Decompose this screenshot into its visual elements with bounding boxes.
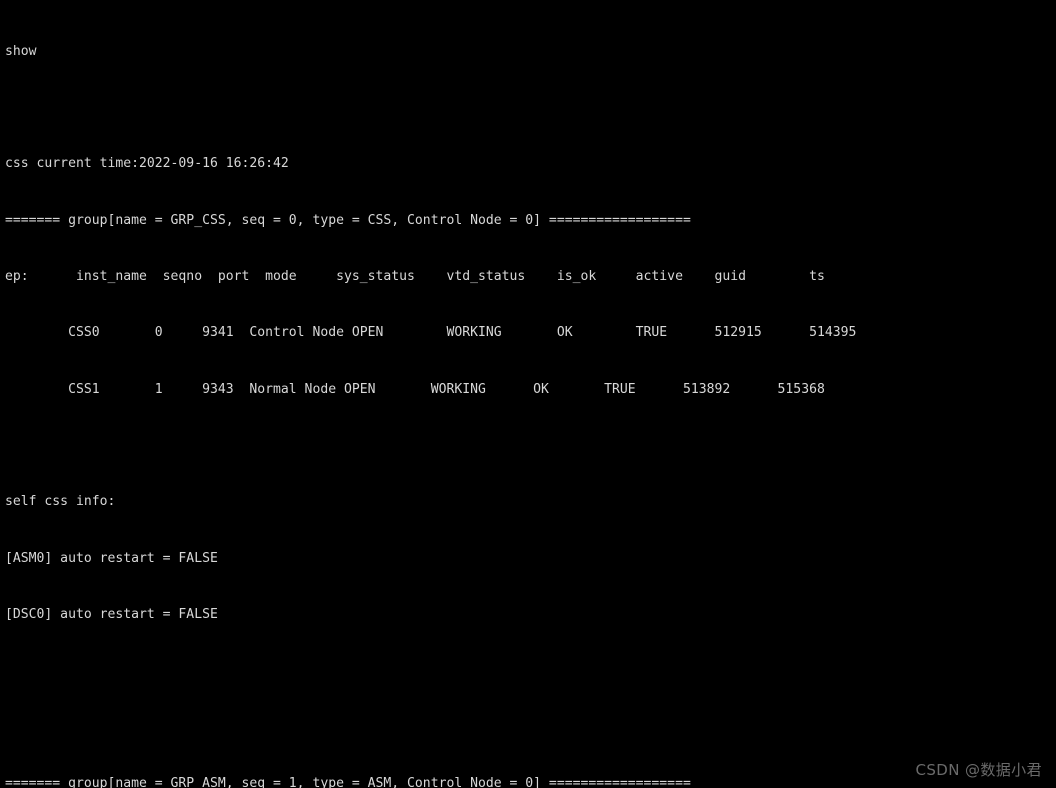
terminal-line: ======= group[name = GRP_ASM, seq = 1, t… [5,775,691,788]
terminal-line: ======= group[name = GRP_CSS, seq = 0, t… [5,212,691,228]
terminal-line: css current time:2022-09-16 16:26:42 [5,156,289,172]
terminal-line: [ASM0] auto restart = FALSE [5,550,218,566]
terminal-line: CSS0 0 9341 Control Node OPEN WORKING OK… [5,325,857,341]
terminal-line: self css info: [5,494,116,510]
terminal-output-pane[interactable]: show css current time:2022-09-16 16:26:4… [0,0,1056,788]
terminal-line: ep: inst_name seqno port mode sys_status… [5,268,825,284]
terminal-line: show [5,43,37,59]
terminal-line: CSS1 1 9343 Normal Node OPEN WORKING OK … [5,381,825,397]
terminal-line: [DSC0] auto restart = FALSE [5,606,218,622]
